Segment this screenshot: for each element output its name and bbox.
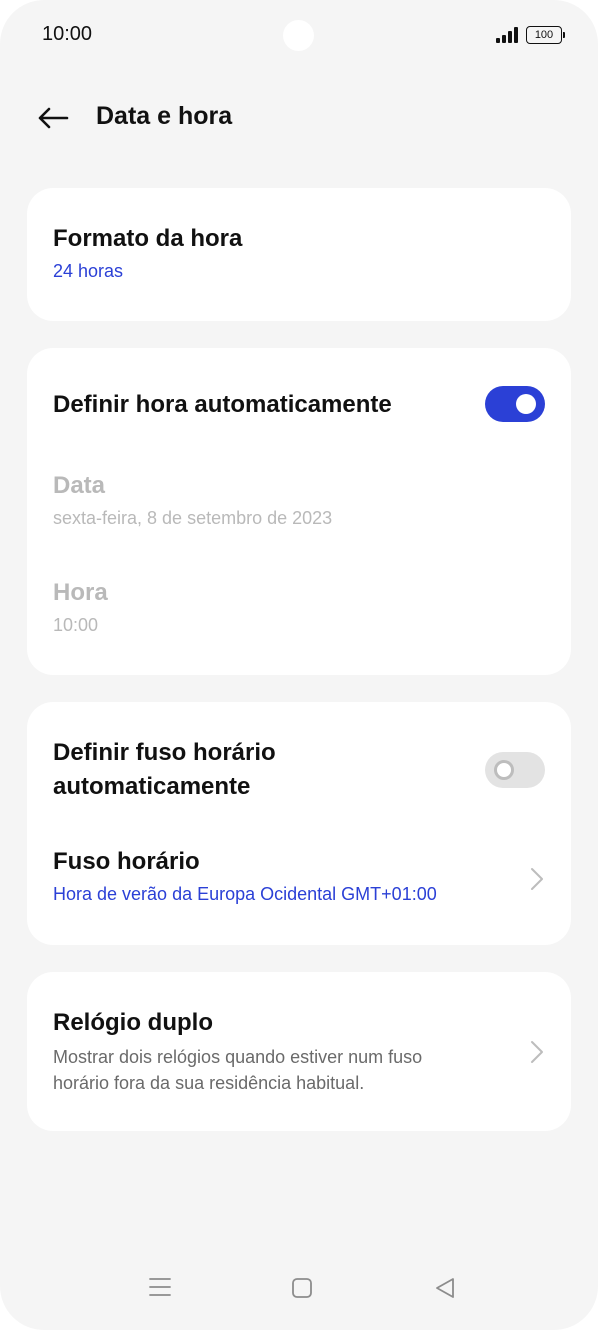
signal-icon <box>496 27 518 43</box>
status-time: 10:00 <box>42 23 93 45</box>
dual-clock-description-line2: horário fora da sua residência habitual. <box>53 1073 365 1093</box>
menu-icon <box>149 1278 171 1296</box>
battery-level: 100 <box>534 29 554 41</box>
time-format-value: 24 horas <box>53 261 124 281</box>
dual-clock-row[interactable]: Relógio duplo Mostrar dois relógios quan… <box>53 1006 511 1096</box>
dual-clock-title: Relógio duplo <box>53 1009 213 1036</box>
timezone-title: Fuso horário <box>53 848 200 875</box>
home-icon <box>292 1278 312 1298</box>
toggle-knob <box>516 394 536 414</box>
auto-time-card: Definir hora automaticamente Data sexta-… <box>27 348 571 675</box>
chevron-right-icon <box>531 1041 543 1063</box>
chevron-right-icon <box>531 868 543 890</box>
time-title: Hora <box>53 579 108 606</box>
status-icons: 100 <box>496 26 565 44</box>
timezone-card: Definir fuso horário automaticamente Fus… <box>27 702 571 945</box>
date-value: sexta-feira, 8 de setembro de 2023 <box>53 508 333 528</box>
auto-timezone-title-line1: Definir fuso horário <box>53 739 276 766</box>
time-format-card[interactable]: Formato da hora 24 horas <box>27 188 571 321</box>
nav-menu-button[interactable] <box>148 1276 172 1303</box>
back-triangle-icon <box>436 1278 454 1298</box>
arrow-left-icon <box>38 107 69 129</box>
time-row: Hora 10:00 <box>53 576 545 638</box>
nav-back-button[interactable] <box>433 1276 457 1305</box>
time-format-title: Formato da hora <box>53 225 243 252</box>
time-format-row[interactable]: Formato da hora 24 horas <box>53 222 545 284</box>
nav-home-button[interactable] <box>290 1276 314 1305</box>
camera-cutout <box>283 20 314 51</box>
auto-time-title: Definir hora automaticamente <box>53 391 392 418</box>
battery-icon: 100 <box>526 26 565 44</box>
auto-timezone-row[interactable]: Definir fuso horário automaticamente <box>53 736 461 804</box>
auto-time-toggle[interactable] <box>485 386 545 422</box>
auto-time-row[interactable]: Definir hora automaticamente <box>53 388 461 422</box>
timezone-row[interactable]: Fuso horário Hora de verão da Europa Oci… <box>53 845 511 907</box>
date-title: Data <box>53 472 106 499</box>
page-title: Data e hora <box>96 102 233 130</box>
time-value: 10:00 <box>53 615 99 635</box>
date-row: Data sexta-feira, 8 de setembro de 2023 <box>53 469 545 531</box>
dual-clock-description-line1: Mostrar dois relógios quando estiver num… <box>53 1047 423 1067</box>
timezone-value: Hora de verão da Europa Ocidental GMT+01… <box>53 884 437 904</box>
dual-clock-card[interactable]: Relógio duplo Mostrar dois relógios quan… <box>27 972 571 1131</box>
phone-screen: 10:00 100 Data e hora Formato da hora 24… <box>0 0 598 1330</box>
toggle-knob <box>494 760 514 780</box>
auto-timezone-title-line2: automaticamente <box>53 773 251 800</box>
back-button[interactable] <box>30 100 76 136</box>
auto-timezone-toggle[interactable] <box>485 752 545 788</box>
